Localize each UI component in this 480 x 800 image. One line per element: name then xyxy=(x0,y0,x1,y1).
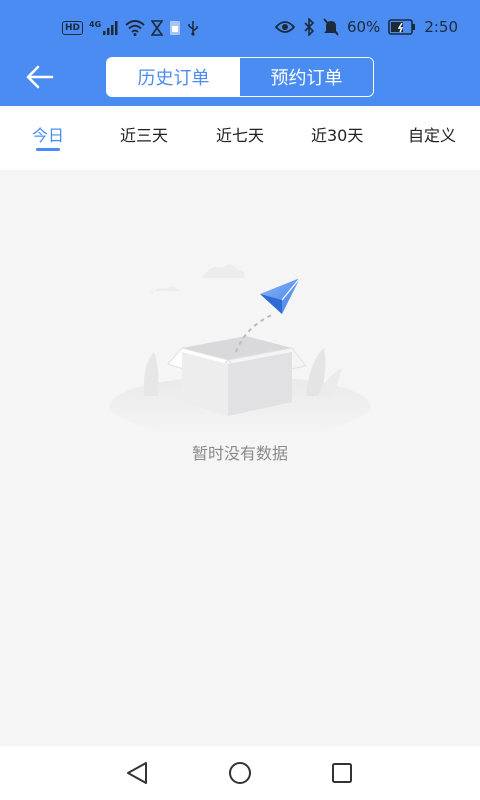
active-filter-indicator xyxy=(36,148,60,151)
recents-square-icon xyxy=(332,763,352,783)
filter-last-30-days[interactable]: 近30天 xyxy=(311,122,363,146)
empty-box-paper-plane-icon xyxy=(96,256,384,436)
hd-icon: HD xyxy=(62,21,84,35)
status-left-icons: HD 4G xyxy=(62,20,199,36)
home-circle-icon xyxy=(229,762,251,784)
status-right-icons: 60% 2:50 xyxy=(274,18,458,36)
system-nav-bar xyxy=(0,746,480,800)
battery-icon xyxy=(388,19,416,35)
eye-icon xyxy=(274,20,295,34)
back-button[interactable] xyxy=(24,62,56,92)
sim-icon xyxy=(169,20,181,36)
filter-custom[interactable]: 自定义 xyxy=(408,122,456,146)
order-list-area: 暂时没有数据 xyxy=(0,170,480,746)
filter-last-3-days[interactable]: 近三天 xyxy=(120,122,168,146)
date-filter-tabs: 今日 近三天 近七天 近30天 自定义 xyxy=(0,106,480,170)
app-bar: HD 4G 60% 2:50 历史订单 预约订单 xyxy=(0,0,480,106)
clock-time: 2:50 xyxy=(424,18,458,36)
hourglass-icon xyxy=(151,20,164,36)
network-type-label: 4G xyxy=(89,19,102,29)
nav-home-button[interactable] xyxy=(220,758,260,788)
nav-recents-button[interactable] xyxy=(322,758,362,788)
filter-last-7-days[interactable]: 近七天 xyxy=(216,122,264,146)
wifi-icon xyxy=(125,20,145,36)
signal-icon xyxy=(103,21,119,35)
empty-state-message: 暂时没有数据 xyxy=(191,444,288,463)
tab-history-orders[interactable]: 历史订单 xyxy=(107,58,240,96)
status-bar: HD 4G 60% 2:50 xyxy=(0,14,480,46)
filter-today[interactable]: 今日 xyxy=(32,122,64,146)
tab-reserved-orders[interactable]: 预约订单 xyxy=(240,58,373,96)
order-type-segmented-control: 历史订单 预约订单 xyxy=(106,57,374,97)
bluetooth-icon xyxy=(303,18,315,36)
nav-back-button[interactable] xyxy=(118,758,158,788)
usb-icon xyxy=(187,20,199,36)
battery-percent: 60% xyxy=(346,18,381,36)
arrow-left-icon xyxy=(26,65,54,89)
back-triangle-icon xyxy=(127,762,147,784)
mute-icon xyxy=(323,18,339,36)
